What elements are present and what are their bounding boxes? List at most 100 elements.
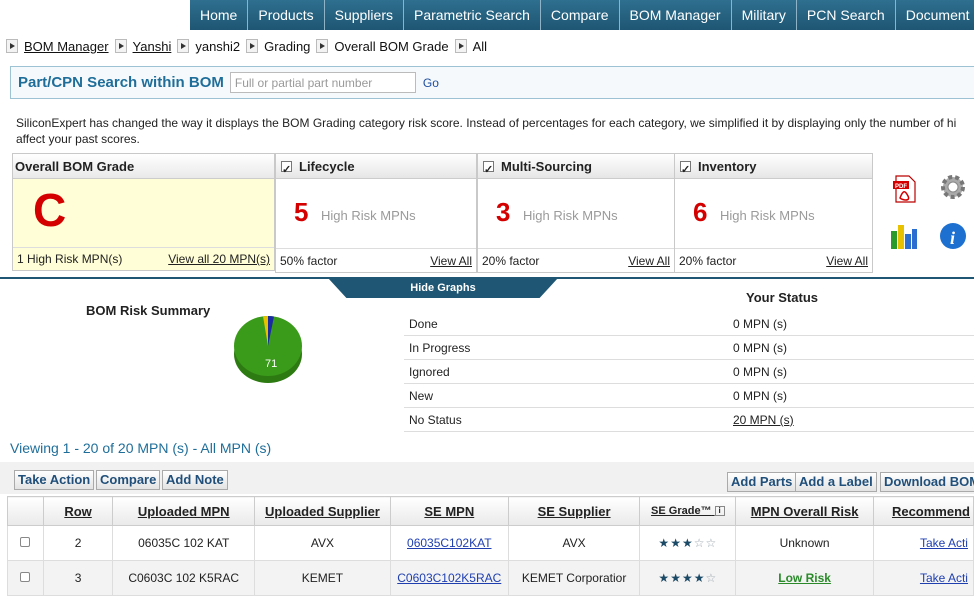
pie-value-label: 71 (265, 358, 277, 370)
svg-text:PDF: PDF (895, 184, 907, 190)
risk-summary-pie: 71 (234, 315, 302, 383)
lifecycle-factor: 50% factor (280, 253, 338, 268)
gear-icon[interactable] (938, 172, 968, 202)
nav-pcn-search[interactable]: PCN Search (795, 0, 895, 30)
col-row[interactable]: Row (42, 496, 114, 526)
row-number: 3 (42, 560, 114, 596)
nav-bar: Home Products Suppliers Parametric Searc… (190, 0, 974, 30)
col-se-mpn[interactable]: SE MPN (389, 496, 509, 526)
lifecycle-panel: Lifecycle 5 High Risk MPNs 50% factor Vi… (275, 153, 477, 273)
compare-button[interactable]: Compare (96, 470, 161, 490)
se-grade-stars: ★★★☆☆ (658, 536, 718, 550)
nav-compare[interactable]: Compare (539, 0, 619, 30)
view-all-mpns-link[interactable]: View all 20 MPN(s) (168, 252, 270, 266)
chart-icon[interactable] (888, 221, 918, 251)
breadcrumb-yanshi[interactable]: Yanshi (133, 39, 172, 54)
col-recommend[interactable]: Recommend (872, 496, 974, 526)
chevron-right-icon[interactable] (454, 39, 467, 53)
take-action-link[interactable]: Take Acti (920, 536, 968, 550)
nav-document-center[interactable]: Document Cente (894, 0, 974, 30)
viewing-count: Viewing 1 - 20 of 20 MPN (s) - All MPN (… (10, 440, 272, 456)
chevron-right-icon[interactable] (177, 39, 190, 53)
multi-sourcing-checkbox[interactable] (483, 158, 494, 183)
add-note-button[interactable]: Add Note (162, 470, 228, 490)
nav-military[interactable]: Military (730, 0, 796, 30)
info-icon[interactable]: i (714, 506, 725, 517)
mpn-table: Row Uploaded MPN Uploaded Supplier SE MP… (7, 496, 974, 596)
overall-grade-footer: 1 High Risk MPN(s) View all 20 MPN(s) (13, 247, 274, 270)
info-icon[interactable]: i (938, 221, 968, 251)
search-label: Part/CPN Search within BOM (18, 74, 224, 91)
status-row-no-status: No Status 20 MPN (s) (404, 408, 974, 432)
nav-parametric-search[interactable]: Parametric Search (402, 0, 540, 30)
top-nav: Home Products Suppliers Parametric Searc… (0, 0, 974, 30)
table-row: 2 06035C 102 KAT AVX 06035C102KAT AVX ★★… (7, 525, 974, 561)
inventory-label: High Risk MPNs (720, 208, 815, 223)
download-bom-button[interactable]: Download BOM (880, 472, 974, 492)
low-risk-link[interactable]: Low Risk (778, 571, 831, 585)
se-supplier: AVX (507, 525, 641, 561)
col-se-grade[interactable]: SE Grade™ i (639, 496, 737, 526)
multi-sourcing-factor: 20% factor (482, 253, 540, 268)
svg-text:i: i (950, 228, 955, 248)
part-search-bar: Part/CPN Search within BOM Go (10, 66, 974, 99)
col-mpn-overall-risk[interactable]: MPN Overall Risk (735, 496, 874, 526)
status-row-done: Done 0 MPN (s) (404, 312, 974, 336)
lifecycle-checkbox[interactable] (281, 158, 292, 183)
se-grade-label: SE Grade™ (651, 505, 712, 517)
overall-grade-body: C (13, 179, 274, 247)
breadcrumb-grading: Grading (264, 38, 311, 54)
col-uploaded-mpn[interactable]: Uploaded MPN (112, 496, 256, 526)
high-risk-count: 1 High Risk MPN(s) (17, 252, 123, 266)
chevron-right-icon[interactable] (316, 39, 329, 53)
inventory-checkbox[interactable] (680, 158, 691, 183)
se-mpn-link[interactable]: 06035C102KAT (407, 536, 492, 550)
se-mpn-link[interactable]: C0603C102K5RAC (397, 571, 501, 585)
table-row: 3 C0603C 102 K5RAC KEMET C0603C102K5RAC … (7, 560, 974, 596)
uploaded-mpn: 06035C 102 KAT (112, 525, 256, 561)
multi-sourcing-panel: Multi-Sourcing 3 High Risk MPNs 20% fact… (477, 153, 675, 273)
chevron-right-icon[interactable] (114, 39, 127, 53)
go-link[interactable]: Go (423, 76, 439, 90)
row-number: 2 (42, 525, 114, 561)
lifecycle-view-all-link[interactable]: View All (430, 254, 472, 268)
grading-notice: SiliconExpert has changed the way it dis… (16, 116, 957, 146)
multi-sourcing-view-all-link[interactable]: View All (628, 254, 670, 268)
nav-suppliers[interactable]: Suppliers (323, 0, 403, 30)
bom-risk-summary-title: BOM Risk Summary (86, 303, 211, 318)
overall-grade-title: Overall BOM Grade (13, 154, 274, 179)
add-parts-button[interactable]: Add Parts (727, 472, 797, 492)
breadcrumb-bom-manager[interactable]: BOM Manager (24, 39, 109, 54)
take-action-link[interactable]: Take Acti (920, 571, 968, 585)
no-status-link[interactable]: 20 MPN (s) (733, 413, 794, 427)
uploaded-supplier: AVX (254, 525, 391, 561)
breadcrumb-overall-bom-grade: Overall BOM Grade (334, 38, 449, 54)
lifecycle-title: Lifecycle (299, 158, 355, 174)
col-uploaded-supplier[interactable]: Uploaded Supplier (254, 496, 391, 526)
add-label-button[interactable]: Add a Label (795, 472, 877, 492)
uploaded-supplier: KEMET (254, 560, 391, 596)
pdf-icon[interactable]: PDF (890, 174, 920, 204)
row-checkbox[interactable] (20, 572, 31, 582)
your-status-table: Done 0 MPN (s) In Progress 0 MPN (s) Ign… (404, 312, 974, 432)
search-input[interactable] (229, 72, 416, 93)
chevron-right-icon[interactable] (246, 39, 259, 53)
row-checkbox[interactable] (20, 537, 31, 547)
uploaded-mpn: C0603C 102 K5RAC (112, 560, 256, 596)
overall-grade-panel: Overall BOM Grade C 1 High Risk MPN(s) V… (12, 153, 275, 271)
se-grade-stars: ★★★★☆ (658, 571, 718, 585)
se-supplier: KEMET Corporatior (507, 560, 641, 596)
nav-bom-manager[interactable]: BOM Manager (618, 0, 731, 30)
inventory-count: 6 (693, 197, 708, 227)
nav-products[interactable]: Products (247, 0, 323, 30)
chevron-right-icon[interactable] (6, 39, 18, 53)
hide-graphs-button[interactable]: Hide Graphs (328, 278, 558, 298)
nav-home[interactable]: Home (190, 0, 247, 30)
breadcrumb: BOM Manager Yanshi yanshi2 Grading Overa… (0, 34, 974, 58)
inventory-view-all-link[interactable]: View All (826, 254, 868, 268)
take-action-button[interactable]: Take Action (14, 470, 95, 490)
action-toolbar: Take Action Compare Add Note Add Parts A… (0, 462, 974, 494)
your-status-title: Your Status (746, 290, 818, 305)
lifecycle-count: 5 (294, 197, 309, 227)
col-se-supplier[interactable]: SE Supplier (507, 496, 641, 526)
